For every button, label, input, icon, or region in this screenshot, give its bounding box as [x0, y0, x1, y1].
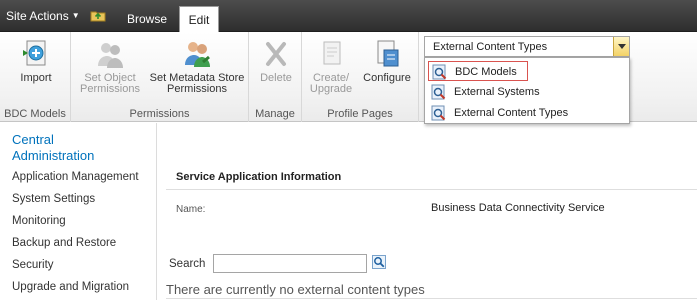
nav-link-backup-and-restore[interactable]: Backup and Restore: [12, 237, 116, 249]
bdc-models-icon: [432, 64, 447, 80]
central-administration-line1: Central: [12, 132, 54, 147]
name-label: Name:: [176, 204, 206, 215]
configure-label: Configure: [363, 72, 411, 84]
nav-link-security[interactable]: Security: [12, 259, 54, 271]
set-metadata-store-permissions-button[interactable]: Set Metadata Store Permissions: [145, 38, 249, 95]
import-button[interactable]: Import: [6, 38, 66, 84]
view-select-dropdown[interactable]: External Content Types: [424, 36, 630, 57]
ribbon-group-bdc-models: Import BDC Models: [0, 32, 71, 122]
empty-state-message: There are currently no external content …: [166, 282, 425, 297]
group-label-permissions: Permissions: [129, 108, 190, 120]
section-divider: [166, 189, 697, 190]
external-systems-icon: [431, 84, 446, 100]
chevron-down-icon: ▼: [71, 11, 80, 20]
set-object-permissions-button[interactable]: Set Object Permissions: [77, 38, 143, 95]
service-name-value: Business Data Connectivity Service: [431, 202, 605, 214]
users-key-icon: [185, 42, 210, 67]
nav-link-system-settings[interactable]: System Settings: [12, 193, 95, 205]
search-label: Search: [169, 258, 206, 270]
list-divider: [166, 298, 697, 299]
menu-item-bdc-models-label: BDC Models: [455, 66, 517, 78]
view-select-value: External Content Types: [433, 41, 548, 53]
ribbon-group-manage: Delete Manage: [249, 32, 302, 122]
delete-label: Delete: [260, 72, 292, 84]
navigate-up-folder-icon[interactable]: [90, 9, 106, 22]
tab-edit[interactable]: Edit: [179, 6, 219, 33]
search-input[interactable]: [213, 254, 367, 273]
group-label-profile-pages: Profile Pages: [327, 108, 393, 120]
site-actions-label: Site Actions: [6, 9, 69, 23]
external-content-types-icon: [431, 105, 446, 121]
dropdown-arrow-button[interactable]: [613, 37, 629, 56]
create-upgrade-button[interactable]: Create/ Upgrade: [308, 38, 354, 95]
create-upgrade-line2: Upgrade: [309, 83, 353, 95]
section-title: Service Application Information: [176, 171, 342, 183]
create-page-icon: [323, 41, 341, 65]
nav-link-monitoring[interactable]: Monitoring: [12, 215, 66, 227]
menu-item-external-content-types-label: External Content Types: [454, 107, 569, 119]
import-label: Import: [20, 72, 52, 84]
configure-button[interactable]: Configure: [358, 38, 416, 84]
central-administration-link[interactable]: Central Administration: [12, 132, 94, 164]
group-label-manage: Manage: [255, 108, 295, 120]
menu-item-bdc-models[interactable]: BDC Models: [428, 61, 528, 81]
menu-item-external-systems[interactable]: External Systems: [428, 82, 627, 102]
menu-item-external-systems-label: External Systems: [454, 86, 540, 98]
delete-button[interactable]: Delete: [253, 38, 299, 84]
central-administration-line2: Administration: [12, 148, 95, 163]
import-icon: [23, 40, 46, 66]
top-navigation-bar: Site Actions ▼ Browse Edit: [0, 0, 697, 33]
view-select-menu: BDC Models External Systems External Con…: [424, 57, 630, 124]
users-icon: [98, 43, 123, 68]
ribbon-group-profile-pages: Create/ Upgrade Configure Profile Pages: [302, 32, 419, 122]
group-label-bdc-models: BDC Models: [4, 108, 66, 120]
tab-browse[interactable]: Browse: [118, 12, 176, 26]
search-go-icon[interactable]: [372, 255, 386, 269]
nav-link-application-management[interactable]: Application Management: [12, 171, 139, 183]
nav-link-upgrade-and-migration[interactable]: Upgrade and Migration: [12, 281, 129, 293]
ribbon-group-permissions: Set Object Permissions Set Metadata Stor…: [71, 32, 249, 122]
configure-page-icon: [377, 40, 399, 67]
site-actions-menu[interactable]: Site Actions ▼: [6, 9, 80, 23]
set-object-permissions-line2: Permissions: [80, 83, 140, 95]
left-navigation: Central Administration Application Manag…: [0, 123, 157, 300]
delete-x-icon: [266, 42, 286, 66]
set-metadata-store-permissions-line2: Permissions: [167, 83, 227, 95]
menu-item-external-content-types[interactable]: External Content Types: [428, 103, 627, 123]
